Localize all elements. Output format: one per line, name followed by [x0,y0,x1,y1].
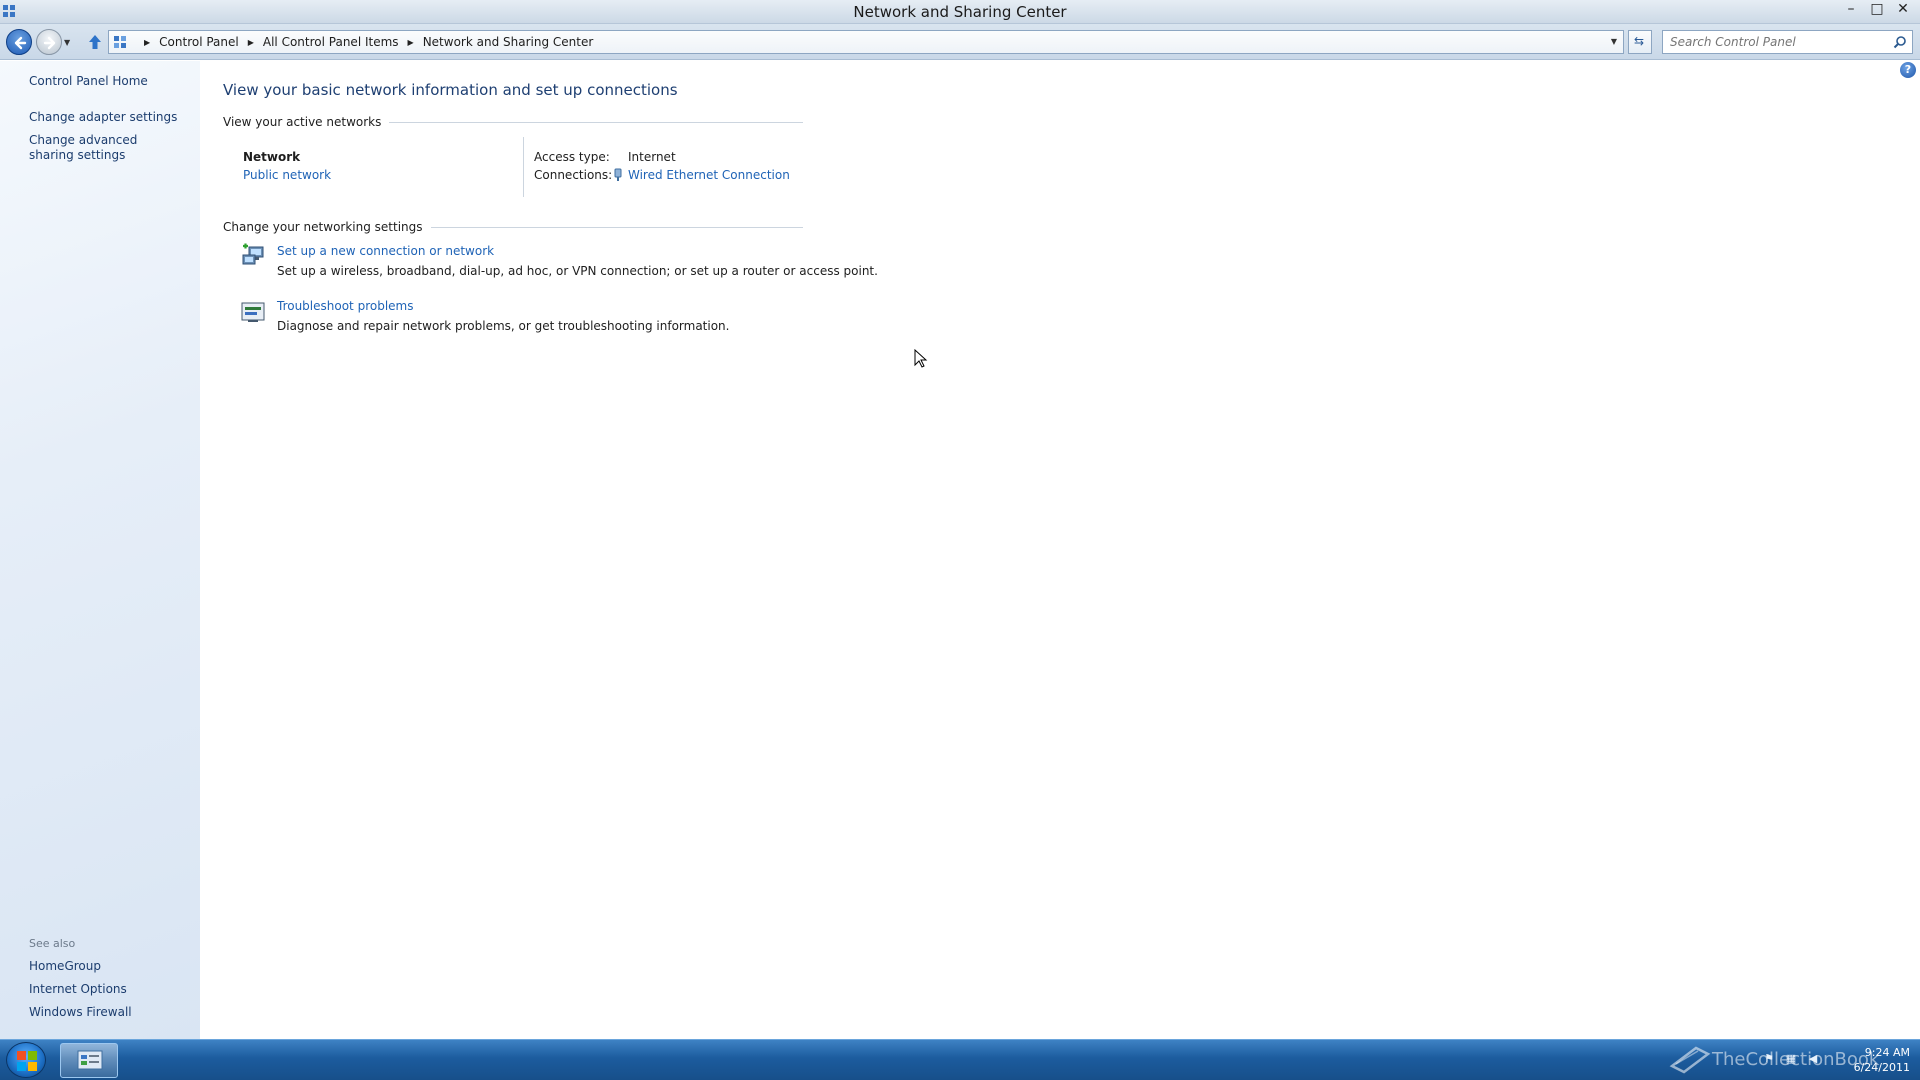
troubleshoot-description: Diagnose and repair network problems, or… [277,319,730,333]
change-adapter-settings-link[interactable]: Change adapter settings [29,110,177,124]
left-navigation-pane: Control Panel Home Change adapter settin… [0,61,200,1039]
clock[interactable]: 9:24 AM 6/24/2011 [1830,1045,1910,1075]
window-controls: – □ ✕ [1838,0,1916,18]
refresh-icon: ⇆ [1634,34,1645,48]
window-title: Network and Sharing Center [853,3,1067,21]
forward-arrow-icon [43,36,56,50]
chevron-right-icon[interactable]: ▶ [144,38,150,47]
divider [430,226,803,228]
close-button[interactable]: ✕ [1890,0,1916,18]
book-logo-icon [1669,1046,1711,1074]
active-networks-group: View your active networks [223,115,803,129]
help-icon[interactable]: ? [1900,62,1916,78]
back-button[interactable] [6,29,32,55]
see-also-heading: See also [29,937,76,950]
breadcrumb: ▶ Control Panel ▶ All Control Panel Item… [135,35,593,49]
setup-connection-link[interactable]: Set up a new connection or network [277,244,494,258]
new-connection-icon[interactable] [240,243,266,269]
setup-connection-description: Set up a wireless, broadband, dial-up, a… [277,264,878,278]
minimize-button[interactable]: – [1838,0,1864,18]
search-box[interactable] [1662,30,1913,54]
windows-logo-icon [17,1051,37,1071]
breadcrumb-control-panel[interactable]: Control Panel [159,35,239,49]
change-advanced-sharing-link[interactable]: Change advanced sharing settings [29,133,179,163]
search-icon[interactable] [1893,35,1907,49]
flag-icon[interactable]: ⚑ [1762,1052,1776,1066]
divider [389,121,803,123]
taskbar-control-panel-button[interactable] [60,1043,118,1078]
ethernet-icon [614,168,622,181]
control-panel-icon [77,1050,103,1070]
system-tray: ⚑ ▦ ◀ [1762,1052,1820,1066]
breadcrumb-network-center[interactable]: Network and Sharing Center [423,35,594,49]
title-bar: Network and Sharing Center – □ ✕ [0,0,1920,24]
network-name: Network [243,150,301,164]
clock-time: 9:24 AM [1864,1046,1910,1059]
address-toolbar: ▼ ▶ Control Panel ▶ All Control Panel It… [0,24,1920,60]
address-field[interactable]: ▶ Control Panel ▶ All Control Panel Item… [108,30,1624,54]
network-category-link[interactable]: Public network [243,168,331,182]
chevron-right-icon[interactable]: ▶ [248,38,254,47]
active-networks-label: View your active networks [223,115,382,129]
wired-connection-link[interactable]: Wired Ethernet Connection [628,168,790,182]
maximize-button[interactable]: □ [1864,0,1890,18]
chevron-down-icon[interactable]: ▼ [1611,37,1617,46]
start-button[interactable] [6,1042,46,1078]
control-panel-home-link[interactable]: Control Panel Home [29,74,148,88]
recent-pages-dropdown-icon[interactable]: ▼ [64,38,70,47]
forward-button[interactable] [36,29,62,55]
connections-label: Connections: [534,168,613,182]
windows-firewall-link[interactable]: Windows Firewall [29,1005,132,1019]
network-icon[interactable]: ▦ [1784,1052,1798,1066]
homegroup-link[interactable]: HomeGroup [29,959,101,973]
troubleshoot-link[interactable]: Troubleshoot problems [277,299,413,313]
back-arrow-icon [14,36,27,50]
change-settings-label: Change your networking settings [223,220,423,234]
refresh-button[interactable]: ⇆ [1628,30,1652,54]
up-arrow-icon[interactable] [88,34,102,50]
taskbar: TheCollectionBook ⚑ ▦ ◀ 9:24 AM 6/24/201… [0,1039,1920,1080]
clock-date: 6/24/2011 [1853,1061,1910,1074]
change-settings-group: Change your networking settings [223,220,803,234]
search-input[interactable] [1663,31,1883,53]
main-content: View your basic network information and … [200,61,1920,1039]
vertical-divider [523,137,524,197]
internet-options-link[interactable]: Internet Options [29,982,127,996]
chevron-right-icon[interactable]: ▶ [408,38,414,47]
page-title: View your basic network information and … [223,81,678,99]
access-type-label: Access type: [534,150,610,164]
volume-muted-icon[interactable]: ◀ [1806,1052,1820,1066]
control-panel-icon [114,36,126,48]
breadcrumb-all-items[interactable]: All Control Panel Items [263,35,399,49]
mouse-cursor-icon [914,349,928,368]
troubleshoot-icon[interactable] [240,299,266,325]
access-type-value: Internet [628,150,676,164]
